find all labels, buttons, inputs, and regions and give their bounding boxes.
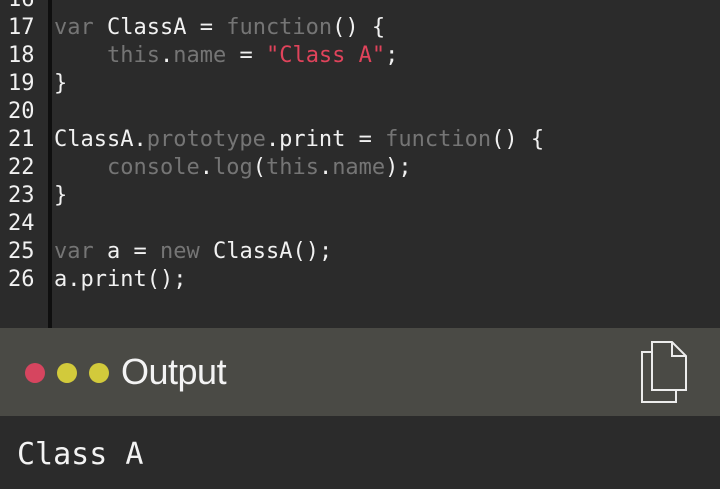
code-line[interactable]: 16 bbox=[0, 0, 720, 14]
line-number: 19 bbox=[8, 71, 35, 96]
code-token: () { bbox=[491, 127, 545, 152]
output-title: Output bbox=[121, 351, 227, 392]
code-keyword: console bbox=[106, 155, 200, 180]
code-token: .print = bbox=[265, 127, 386, 152]
window-dot-red bbox=[25, 363, 45, 383]
code-line[interactable]: 22 console.log(this.name); bbox=[0, 154, 720, 182]
code-token: a.print(); bbox=[54, 267, 187, 292]
code-text[interactable]: this.name = "Class A"; bbox=[54, 42, 398, 70]
line-number: 16 bbox=[8, 0, 40, 14]
code-line[interactable]: 19} bbox=[0, 70, 720, 98]
code-keyword: new bbox=[159, 239, 200, 264]
line-number: 18 bbox=[8, 43, 35, 68]
output-panel: Class A bbox=[0, 416, 720, 489]
code-line[interactable]: 25 var a = new ClassA(); bbox=[0, 238, 720, 266]
code-text[interactable]: a.print(); bbox=[54, 266, 186, 294]
code-token: } bbox=[54, 71, 68, 96]
code-token: ClassA. bbox=[54, 127, 147, 152]
code-text[interactable]: } bbox=[54, 182, 67, 210]
copy-icon bbox=[641, 341, 687, 403]
code-keyword: var bbox=[54, 239, 94, 264]
code-keyword: function bbox=[385, 127, 492, 152]
line-number: 25 bbox=[8, 239, 35, 264]
code-keyword: log bbox=[212, 155, 253, 180]
code-line[interactable]: 17 var ClassA = function() { bbox=[0, 14, 720, 42]
line-number: 23 bbox=[8, 183, 35, 208]
code-token: ); bbox=[385, 155, 412, 180]
code-line[interactable]: 26 a.print(); bbox=[0, 266, 720, 294]
code-keyword: name bbox=[332, 155, 386, 180]
code-token: ; bbox=[385, 43, 399, 68]
code-token: ( bbox=[252, 155, 266, 180]
code-token: a = bbox=[93, 239, 160, 264]
code-line[interactable]: 18 this.name = "Class A"; bbox=[0, 42, 720, 70]
code-keyword: this bbox=[265, 155, 319, 180]
code-line[interactable]: 20 bbox=[0, 98, 720, 126]
code-keyword: name bbox=[173, 43, 227, 68]
code-text[interactable]: var a = new ClassA(); bbox=[54, 238, 332, 266]
code-token: ClassA = bbox=[93, 15, 227, 40]
line-number: 24 bbox=[8, 211, 35, 236]
line-number: 21 bbox=[8, 127, 35, 152]
window-dot-yellow-2 bbox=[89, 363, 109, 383]
line-number: 20 bbox=[8, 99, 35, 124]
code-line[interactable]: 21 ClassA.prototype.print = function() { bbox=[0, 126, 720, 154]
code-token: = bbox=[226, 43, 266, 68]
code-text[interactable]: var ClassA = function() { bbox=[54, 14, 385, 42]
code-token: ClassA(); bbox=[199, 239, 333, 264]
code-token: . bbox=[159, 43, 174, 68]
window-dot-yellow bbox=[57, 363, 77, 383]
line-number: 22 bbox=[8, 155, 35, 180]
code-keyword: var bbox=[54, 15, 94, 40]
output-header: Output bbox=[0, 328, 720, 416]
code-keyword: function bbox=[226, 15, 333, 40]
code-editor[interactable]: 1617var ClassA = function() {18 this.nam… bbox=[0, 0, 720, 328]
code-text[interactable]: console.log(this.name); bbox=[54, 154, 412, 182]
code-text[interactable]: } bbox=[54, 70, 67, 98]
code-string: "Class A" bbox=[265, 43, 386, 68]
code-keyword: this bbox=[106, 43, 160, 68]
code-token: . bbox=[318, 155, 333, 180]
code-token: () { bbox=[332, 15, 386, 40]
line-number: 26 bbox=[8, 267, 35, 292]
output-text: Class A bbox=[17, 437, 144, 472]
code-line[interactable]: 24 bbox=[0, 210, 720, 238]
code-token: } bbox=[54, 183, 68, 208]
code-keyword: prototype bbox=[146, 127, 266, 152]
line-number: 17 bbox=[8, 15, 35, 40]
code-token: . bbox=[199, 155, 213, 180]
code-text[interactable]: ClassA.prototype.print = function() { bbox=[54, 126, 544, 154]
copy-button[interactable] bbox=[636, 340, 694, 404]
code-line[interactable]: 23} bbox=[0, 182, 720, 210]
